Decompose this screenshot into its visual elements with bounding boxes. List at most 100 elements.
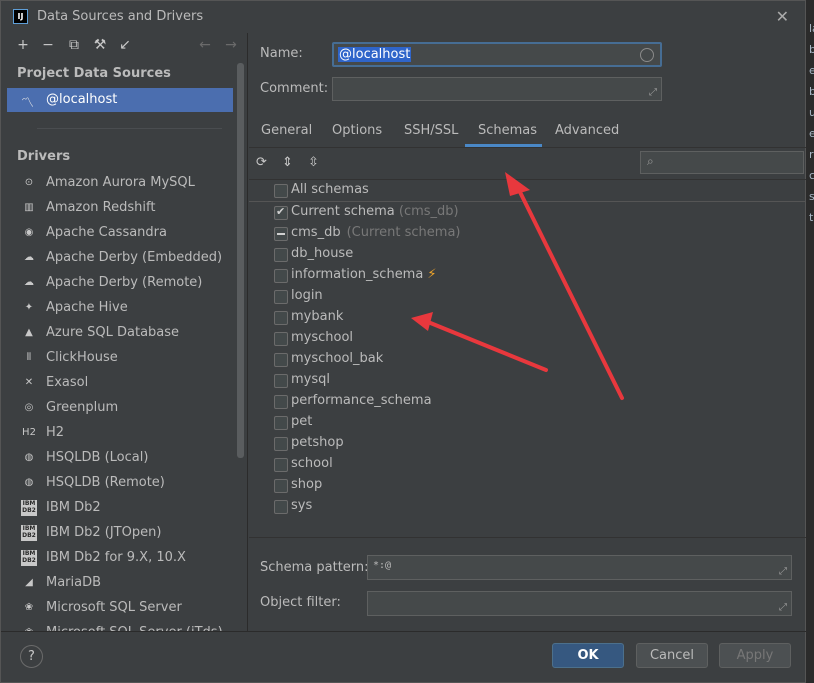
help-button[interactable]: ? [20,645,43,668]
schema-pattern-field[interactable]: *:@ ⤢ [367,555,792,580]
expand-icon[interactable]: ⤢ [649,87,657,98]
add-icon[interactable]: + [15,37,31,53]
object-filter-field[interactable]: ⤢ [367,591,792,616]
schema-checkbox[interactable] [274,500,288,514]
schema-checkbox[interactable] [274,479,288,493]
driver-label: Microsoft SQL Server [46,600,182,615]
expand-icon[interactable]: ⤢ [779,602,787,613]
import-icon[interactable]: ↙ [117,37,133,53]
schema-checkbox[interactable] [274,416,288,430]
wrench-icon[interactable]: ⚒ [92,37,108,53]
schema-checkbox[interactable] [274,227,288,241]
collapse-all-icon[interactable]: ⇳ [308,155,319,170]
schema-checkbox[interactable] [274,395,288,409]
schema-name-wrap: login [291,288,323,303]
tab-schemas[interactable]: Schemas [478,123,537,138]
schema-name: pet [291,414,313,429]
driver-item[interactable]: ☁ Apache Derby (Remote) [7,271,233,296]
all-schemas-row[interactable]: All schemas [249,180,807,201]
driver-item[interactable]: ❀Microsoft SQL Server (jTds) [7,621,233,631]
schema-row[interactable]: cms_db (Current schema) [249,223,807,244]
data-source-localhost[interactable]: 〽 @localhost [7,88,233,112]
driver-label: Greenplum [46,400,119,415]
all-schemas-checkbox[interactable] [274,184,288,198]
back-arrow-icon[interactable]: ← [197,37,213,53]
schema-search-input[interactable]: ⌕ [640,151,804,174]
driver-item[interactable]: ◉ Apache Cassandra [7,221,233,246]
driver-item[interactable]: H2 H2 [7,421,233,446]
schema-checkbox[interactable] [274,248,288,262]
left-scrollbar[interactable] [237,63,244,458]
schema-row[interactable]: mysql [249,370,807,391]
driver-item[interactable]: ◢ MariaDB [7,571,233,596]
schema-checkbox[interactable] [274,332,288,346]
schema-name-wrap: sys [291,498,312,513]
schema-row[interactable]: school [249,454,807,475]
tab-advanced[interactable]: Advanced [555,123,619,138]
driver-item[interactable]: ⦀ ClickHouse [7,346,233,371]
right-panel: Name: @localhost Comment: ⤢ General Opti… [249,33,807,631]
duplicate-icon[interactable]: ⧉ [66,37,82,53]
schema-checkbox[interactable] [274,374,288,388]
expand-all-icon[interactable]: ⇕ [282,155,293,170]
refresh-icon[interactable]: ⟳ [256,155,267,170]
forward-arrow-icon[interactable]: → [223,37,239,53]
db2-icon: IBM DB2 [21,550,37,566]
schema-row[interactable]: mybank [249,307,807,328]
apply-button[interactable]: Apply [719,643,791,668]
schema-checkbox[interactable] [274,458,288,472]
schema-note: (Current schema) [346,225,461,240]
left-toolbar: + − ⧉ ⚒ ↙ ← → [7,33,247,59]
ok-button[interactable]: OK [552,643,624,668]
driver-item[interactable]: IBM DB2 IBM Db2 (JTOpen) [7,521,233,546]
schema-name: myschool [291,330,354,345]
schema-name-wrap: cms_db (Current schema) [291,225,460,240]
schema-row[interactable]: myschool_bak [249,349,807,370]
driver-item[interactable]: ◍ HSQLDB (Local) [7,446,233,471]
remove-icon[interactable]: − [40,37,56,53]
schema-row[interactable]: sys [249,496,807,517]
introspection-bolt-icon: ⚡ [427,267,437,282]
schema-checkbox[interactable] [274,290,288,304]
expand-icon[interactable]: ⤢ [779,566,787,577]
schema-row[interactable]: information_schema ⚡ [249,265,807,286]
schema-row[interactable]: shop [249,475,807,496]
driver-item[interactable]: ▥ Amazon Redshift [7,196,233,221]
color-circle-icon[interactable] [640,48,654,62]
driver-item[interactable]: ◍ HSQLDB (Remote) [7,471,233,496]
schema-row[interactable]: performance_schema [249,391,807,412]
name-field[interactable]: @localhost [332,42,662,67]
schema-row[interactable]: myschool [249,328,807,349]
schema-row[interactable]: petshop [249,433,807,454]
azure-icon: ▲ [25,327,33,338]
driver-item[interactable]: ✦ Apache Hive [7,296,233,321]
cancel-button[interactable]: Cancel [636,643,708,668]
driver-item[interactable]: ✕ Exasol [7,371,233,396]
driver-item[interactable]: IBM DB2 IBM Db2 for 9.X, 10.X [7,546,233,571]
dialog-title: Data Sources and Drivers [37,9,204,24]
close-icon[interactable]: ✕ [776,7,789,26]
schema-row[interactable]: pet [249,412,807,433]
schema-checkbox[interactable] [274,269,288,283]
driver-item[interactable]: ❀ Microsoft SQL Server [7,596,233,621]
driver-label: Apache Derby (Embedded) [46,250,223,265]
data-sources-dialog: IJ Data Sources and Drivers ✕ + − ⧉ ⚒ ↙ … [0,0,807,683]
schema-checkbox[interactable] [274,311,288,325]
comment-field[interactable]: ⤢ [332,77,662,101]
tab-general[interactable]: General [261,123,312,138]
driver-item[interactable]: IBM DB2 IBM Db2 [7,496,233,521]
schema-name-wrap: information_schema ⚡ [291,267,436,282]
schema-checkbox[interactable] [274,437,288,451]
schema-row[interactable]: login [249,286,807,307]
driver-item[interactable]: ▲ Azure SQL Database [7,321,233,346]
current-schema-checkbox[interactable] [274,205,288,220]
current-schema-row[interactable]: Current schema (cms_db) [249,202,807,223]
schema-checkbox[interactable] [274,353,288,367]
driver-item[interactable]: ⊙ Amazon Aurora MySQL [7,171,233,196]
tab-options[interactable]: Options [332,123,382,138]
driver-item[interactable]: ◎ Greenplum [7,396,233,421]
schema-name-wrap: myschool [291,330,353,345]
schema-row[interactable]: db_house [249,244,807,265]
driver-item[interactable]: ☁ Apache Derby (Embedded) [7,246,233,271]
tab-ssh-ssl[interactable]: SSH/SSL [404,123,458,138]
